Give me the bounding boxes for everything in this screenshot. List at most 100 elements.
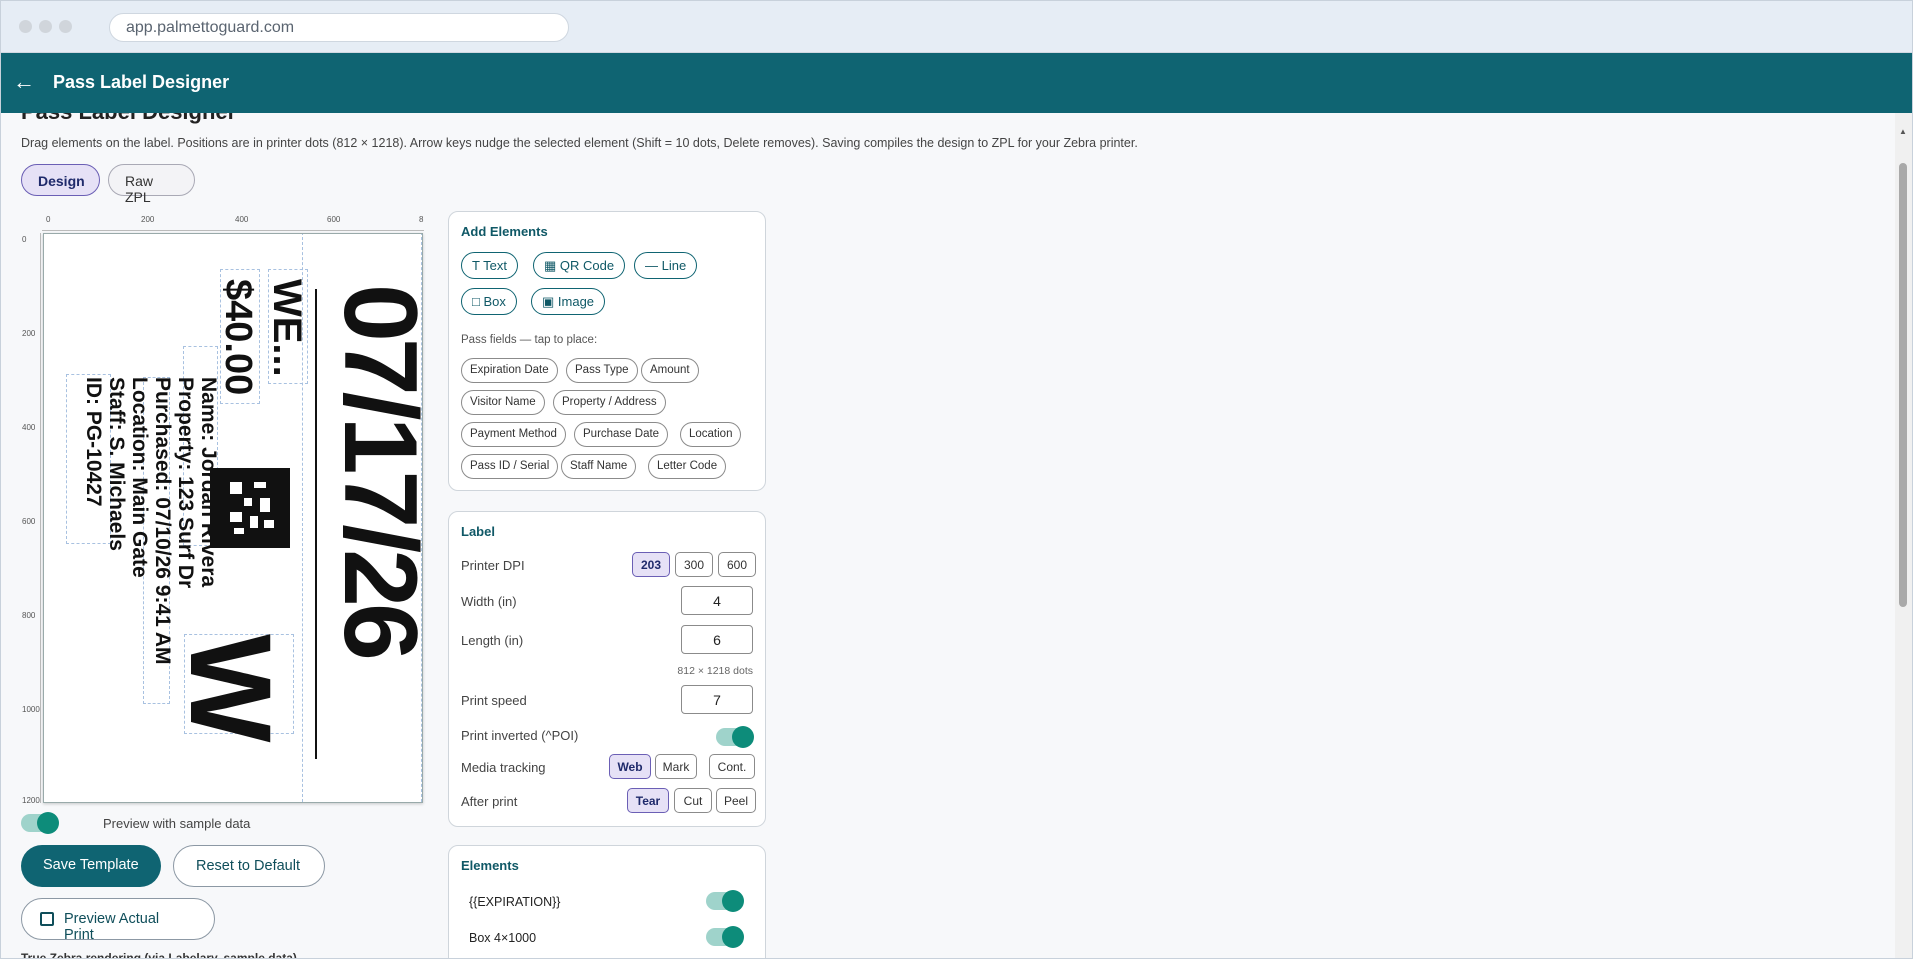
label-amount[interactable]: $40.00 bbox=[217, 279, 259, 395]
page-title: Pass Label Designer bbox=[53, 72, 230, 92]
after-print-label: After print bbox=[461, 794, 518, 809]
main-content: Pass Label Designer Drag elements on the… bbox=[1, 113, 1897, 959]
ruler-tick: 400 bbox=[22, 423, 36, 432]
window-maximize-dot[interactable] bbox=[59, 20, 72, 33]
label-qr-code[interactable] bbox=[210, 468, 290, 548]
inverted-toggle[interactable] bbox=[716, 726, 754, 748]
preview-sample-toggle[interactable] bbox=[21, 812, 59, 834]
save-template-button[interactable]: Save Template bbox=[21, 845, 161, 887]
label-preview[interactable]: 07/17/26 WE... $40.00 W Name: Jordan Riv… bbox=[43, 233, 423, 803]
tracking-option[interactable]: Mark bbox=[655, 754, 697, 779]
ruler-tick: 8 bbox=[419, 215, 424, 224]
label-info-line[interactable]: Location: Main Gate bbox=[128, 377, 151, 578]
back-arrow-icon[interactable]: ← bbox=[13, 71, 37, 95]
dpi-label: Printer DPI bbox=[461, 558, 525, 573]
toggle-knob bbox=[722, 890, 744, 912]
qr-icon: ▦ bbox=[544, 258, 560, 273]
box-icon: □ bbox=[472, 294, 484, 309]
label-letter-code[interactable]: W bbox=[166, 634, 294, 743]
field-chip[interactable]: Staff Name bbox=[561, 454, 637, 479]
label-canvas: 0 200 400 600 8 0 200 400 600 800 1000 1… bbox=[21, 213, 424, 805]
ruler-tick: 600 bbox=[22, 517, 36, 526]
label-info-line[interactable]: Purchased: 07/10/26 9:41 AM bbox=[151, 377, 174, 665]
ruler-tick: 0 bbox=[22, 235, 27, 244]
label-line[interactable] bbox=[315, 289, 317, 759]
tracking-label: Media tracking bbox=[461, 760, 546, 775]
text-icon: T bbox=[472, 258, 484, 273]
ruler-tick: 600 bbox=[327, 215, 341, 224]
ruler-tick: 1200 bbox=[22, 796, 40, 805]
field-chip[interactable]: Payment Method bbox=[461, 422, 566, 447]
window-minimize-dot[interactable] bbox=[39, 20, 52, 33]
toggle-knob bbox=[37, 812, 59, 834]
field-chip[interactable]: Location bbox=[680, 422, 742, 447]
dots-readout: 812 × 1218 dots bbox=[677, 665, 753, 677]
elements-card: Elements {{EXPIRATION}} Box 4×1000 bbox=[448, 845, 766, 958]
browser-window: app.palmettoguard.com ← Pass Label Desig… bbox=[0, 0, 1913, 959]
after-print-option[interactable]: Cut bbox=[674, 788, 712, 813]
window-close-dot[interactable] bbox=[19, 20, 32, 33]
ruler-tick: 400 bbox=[235, 215, 249, 224]
zebra-render-note: True Zebra rendering (via Labelary, samp… bbox=[21, 951, 297, 959]
field-chip[interactable]: Pass ID / Serial bbox=[461, 454, 559, 479]
dpi-option[interactable]: 203 bbox=[632, 552, 670, 577]
tab-design[interactable]: Design bbox=[21, 164, 100, 196]
field-chip[interactable]: Amount bbox=[641, 358, 699, 383]
tracking-option[interactable]: Web bbox=[609, 754, 651, 779]
line-icon: — bbox=[645, 258, 662, 273]
toggle-knob bbox=[732, 726, 754, 748]
dpi-option[interactable]: 300 bbox=[675, 552, 713, 577]
scroll-up-icon[interactable]: ▲ bbox=[1899, 127, 1907, 136]
length-input[interactable]: 6 bbox=[681, 625, 753, 654]
field-chip[interactable]: Letter Code bbox=[648, 454, 727, 479]
label-info-line[interactable]: Property: 123 Surf Dr bbox=[174, 377, 197, 588]
speed-input[interactable]: 7 bbox=[681, 685, 753, 714]
add-box-button[interactable]: □ Box bbox=[461, 288, 517, 315]
add-image-button[interactable]: ▣ Image bbox=[531, 288, 606, 315]
label-settings-title: Label bbox=[461, 524, 495, 539]
after-print-option[interactable]: Tear bbox=[627, 788, 669, 813]
width-input[interactable]: 4 bbox=[681, 586, 753, 615]
dpi-option[interactable]: 600 bbox=[718, 552, 756, 577]
field-chip[interactable]: Purchase Date bbox=[574, 422, 669, 447]
label-info-line[interactable]: Staff: S. Michaels bbox=[105, 377, 128, 551]
ruler-left: 0 200 400 600 800 1000 1200 bbox=[21, 233, 41, 805]
ruler-top: 0 200 400 600 8 bbox=[42, 213, 424, 231]
add-elements-title: Add Elements bbox=[461, 224, 548, 239]
label-expiration-date[interactable]: 07/17/26 bbox=[322, 284, 422, 657]
section-heading-cut: Pass Label Designer bbox=[21, 113, 236, 125]
fields-hint: Pass fields — tap to place: bbox=[461, 334, 598, 346]
after-print-option[interactable]: Peel bbox=[716, 788, 756, 813]
ruler-tick: 200 bbox=[22, 329, 36, 338]
app-header: ← Pass Label Designer bbox=[1, 53, 1912, 113]
ruler-tick: 0 bbox=[46, 215, 51, 224]
reset-default-button[interactable]: Reset to Default bbox=[173, 845, 325, 887]
element-row-label: Box 4×1000 bbox=[469, 931, 537, 945]
preview-print-button[interactable]: Preview Actual Print bbox=[21, 898, 215, 943]
add-elements-card: Add Elements T Text ▦ QR Code — Line □ B… bbox=[448, 211, 766, 491]
page-scrollbar[interactable]: ▲ bbox=[1895, 113, 1912, 958]
length-label: Length (in) bbox=[461, 633, 524, 648]
scrollbar-thumb[interactable] bbox=[1899, 163, 1907, 607]
tab-raw-zpl[interactable]: Raw ZPL bbox=[108, 164, 195, 205]
printer-icon bbox=[40, 912, 54, 926]
label-we-text[interactable]: WE... bbox=[265, 279, 309, 377]
add-qr-button[interactable]: ▦ QR Code bbox=[533, 252, 626, 279]
ruler-tick: 1000 bbox=[22, 705, 40, 714]
tracking-option[interactable]: Cont. bbox=[709, 754, 755, 779]
element-visibility-toggle[interactable] bbox=[706, 890, 744, 912]
image-icon: ▣ bbox=[542, 294, 558, 309]
element-visibility-toggle[interactable] bbox=[706, 926, 744, 948]
field-chip[interactable]: Property / Address bbox=[553, 390, 666, 415]
field-chip[interactable]: Visitor Name bbox=[461, 390, 545, 415]
add-text-button[interactable]: T Text bbox=[461, 252, 518, 279]
element-row-label: {{EXPIRATION}} bbox=[469, 895, 561, 909]
speed-label: Print speed bbox=[461, 693, 527, 708]
field-chip[interactable]: Expiration Date bbox=[461, 358, 558, 383]
preview-sample-label: Preview with sample data bbox=[103, 816, 251, 831]
label-settings-card: Label Printer DPI 203 300 600 Width (in)… bbox=[448, 511, 766, 827]
label-info-line[interactable]: ID: PG-10427 bbox=[82, 377, 105, 507]
add-line-button[interactable]: — Line bbox=[634, 252, 698, 279]
address-bar[interactable]: app.palmettoguard.com bbox=[109, 13, 569, 42]
field-chip[interactable]: Pass Type bbox=[566, 358, 638, 383]
